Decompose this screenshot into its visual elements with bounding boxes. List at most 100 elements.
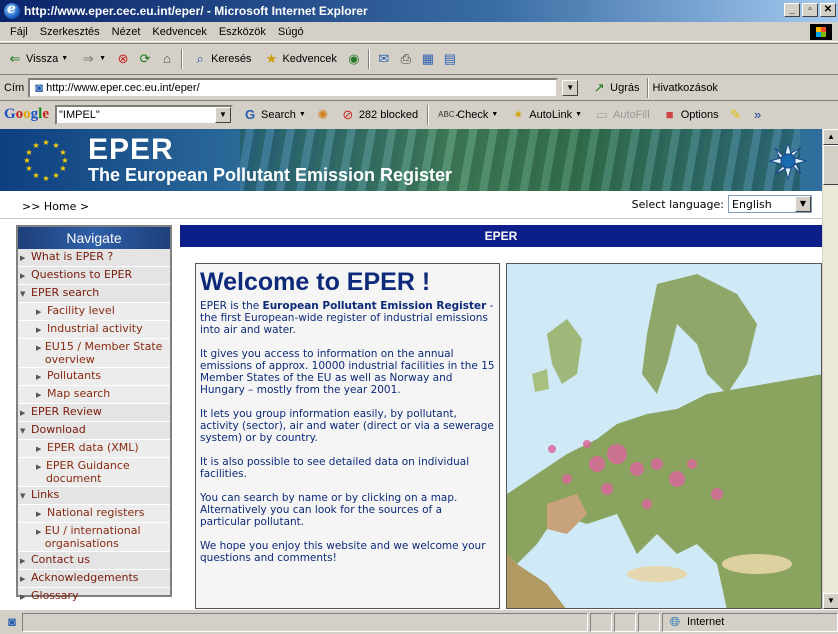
nav-item-label: Industrial activity: [47, 322, 143, 335]
nav-heading: Navigate: [18, 227, 170, 249]
nav-item[interactable]: ▶ Contact us: [18, 552, 170, 570]
page-scrollbar[interactable]: ▲ ▼: [822, 129, 838, 609]
collapsed-triangle-icon: ▶: [20, 593, 26, 601]
menu-bar: Fájl Szerkesztés Nézet Kedvencek Eszközö…: [0, 22, 838, 42]
media-icon[interactable]: ◉: [346, 51, 362, 67]
svg-text:★: ★: [59, 164, 66, 173]
web-page-viewport: ★ ★ ★ ★ ★ ★ ★ ★ ★ ★ ★ ★ EPER The European Polluta…: [0, 129, 830, 609]
nav-item[interactable]: ▶ EPER Review: [18, 404, 170, 422]
collapsed-triangle-icon: ▶: [36, 463, 42, 471]
nav-item[interactable]: ▶ Acknowledgements: [18, 570, 170, 588]
language-dropdown-button[interactable]: ▼: [795, 196, 811, 212]
favorites-label: Kedvencek: [282, 52, 337, 65]
scroll-up-arrow-icon[interactable]: ▲: [823, 129, 838, 145]
intro-paragraph: EPER is the European Pollutant Emission …: [200, 300, 494, 336]
nav-item[interactable]: ▼ EPER search: [18, 285, 170, 303]
nav-item-label: EPER Review: [31, 405, 102, 418]
collapsed-triangle-icon: ▶: [36, 391, 42, 399]
links-label[interactable]: Hivatkozások: [653, 82, 718, 94]
nav-item-label: Acknowledgements: [31, 571, 139, 584]
favorites-button[interactable]: ★ Kedvencek: [260, 49, 339, 69]
nav-item[interactable]: ▶ Facility level: [18, 303, 170, 321]
menu-help[interactable]: Súgó: [272, 26, 310, 38]
go-label: Ugrás: [610, 81, 640, 94]
menu-edit[interactable]: Szerkesztés: [34, 26, 106, 38]
language-select[interactable]: English ▼: [728, 195, 812, 213]
nav-item[interactable]: ▶ EU / international organisations: [18, 523, 170, 552]
scroll-thumb[interactable]: [823, 145, 838, 185]
mail-icon[interactable]: ✉: [376, 51, 392, 67]
nav-item[interactable]: ▼ Download: [18, 422, 170, 440]
forward-button[interactable]: ⇒ ▼: [77, 49, 109, 69]
autolink-icon: ✴: [512, 106, 524, 122]
pagerank-icon[interactable]: ✺: [315, 107, 331, 123]
menu-view[interactable]: Nézet: [106, 26, 147, 38]
google-query-dropdown[interactable]: ▼: [215, 106, 232, 123]
nav-item-label: Download: [31, 423, 86, 436]
nav-item-label: What is EPER ?: [31, 250, 114, 263]
highlighter-icon[interactable]: ✎: [728, 107, 744, 123]
edit-icon[interactable]: ▦: [420, 51, 436, 67]
breadcrumb[interactable]: >> Home >: [22, 200, 89, 213]
more-chevron-icon[interactable]: »: [750, 107, 766, 123]
stop-icon[interactable]: ⊗: [115, 51, 131, 67]
google-search-button[interactable]: G Search ▼: [239, 105, 309, 125]
google-search-input[interactable]: "IMPEL" ▼: [55, 104, 234, 125]
google-g-icon: G: [244, 106, 256, 122]
collapsed-triangle-icon: ▶: [36, 373, 42, 381]
nav-item[interactable]: ▶ Pollutants: [18, 368, 170, 386]
nav-item[interactable]: ▼ Links: [18, 487, 170, 505]
discuss-icon[interactable]: ▤: [442, 51, 458, 67]
autofill-button[interactable]: ▭ AutoFill: [591, 105, 653, 125]
nav-item-label: Contact us: [31, 553, 90, 566]
autofill-icon: ▭: [595, 106, 609, 122]
go-button[interactable]: ↗ Ugrás: [588, 78, 642, 98]
search-label: Keresés: [211, 52, 252, 65]
close-button[interactable]: ✕: [820, 3, 836, 17]
autolink-button[interactable]: ✴ AutoLink ▼: [507, 105, 585, 125]
nav-item[interactable]: ▶ Map search: [18, 386, 170, 404]
nav-item[interactable]: ▶ Industrial activity: [18, 321, 170, 339]
address-dropdown-button[interactable]: ▼: [562, 79, 579, 96]
nav-item[interactable]: ▶ National registers: [18, 505, 170, 523]
nav-item[interactable]: ▶ EPER Guidance document: [18, 458, 170, 487]
expanded-triangle-icon: ▼: [20, 290, 26, 298]
nav-item-label: Map search: [47, 387, 111, 400]
menu-tools[interactable]: Eszközök: [213, 26, 272, 38]
options-button[interactable]: ■ Options: [659, 105, 722, 125]
nav-item[interactable]: ▶ Glossary: [18, 588, 170, 606]
print-icon[interactable]: ⎙: [398, 51, 414, 67]
zone-cell: 🌐︎ Internet: [662, 612, 838, 632]
collapsed-triangle-icon: ▶: [36, 326, 42, 334]
nav-item[interactable]: ▶ What is EPER ?: [18, 249, 170, 267]
internet-globe-icon: 🌐︎: [669, 614, 681, 629]
svg-text:★: ★: [25, 164, 32, 173]
site-title: EPER: [88, 133, 174, 166]
google-logo[interactable]: Google: [4, 106, 49, 123]
nav-item[interactable]: ▶ EU15 / Member State overview: [18, 339, 170, 368]
blocked-count: 282 blocked: [358, 108, 419, 121]
address-url: http://www.eper.cec.eu.int/eper/: [46, 81, 200, 94]
popup-blocker-button[interactable]: ⊘ 282 blocked: [337, 105, 421, 125]
spell-check-button[interactable]: ABC✓ Check ▼: [435, 105, 501, 125]
europe-map[interactable]: [506, 263, 822, 609]
nav-item[interactable]: ▶ EPER data (XML): [18, 440, 170, 458]
main-heading: EPER: [180, 225, 822, 247]
maximize-button[interactable]: ▫: [802, 3, 818, 17]
toolbar-divider: [646, 77, 649, 98]
address-input[interactable]: ◙ http://www.eper.cec.eu.int/eper/: [28, 77, 559, 98]
status-cell: [638, 612, 660, 632]
back-button[interactable]: ⇐ Vissza ▼: [4, 49, 71, 69]
home-icon[interactable]: ⌂: [159, 51, 175, 67]
svg-text:★: ★: [42, 138, 49, 147]
nav-item-label: Links: [31, 488, 60, 501]
scroll-down-arrow-icon[interactable]: ▼: [823, 593, 838, 609]
menu-favorites[interactable]: Kedvencek: [146, 26, 212, 38]
search-button[interactable]: ⌕ Keresés: [189, 49, 254, 69]
navigation-panel: Navigate ▶ What is EPER ? ▶ Questions to EP…: [16, 225, 172, 606]
nav-item[interactable]: ▶ Questions to EPER: [18, 267, 170, 285]
minimize-button[interactable]: _: [784, 3, 800, 17]
menu-file[interactable]: Fájl: [4, 26, 34, 38]
refresh-icon[interactable]: ⟳: [137, 51, 153, 67]
browser-window: http://www.eper.cec.eu.int/eper/ - Micro…: [0, 0, 838, 634]
